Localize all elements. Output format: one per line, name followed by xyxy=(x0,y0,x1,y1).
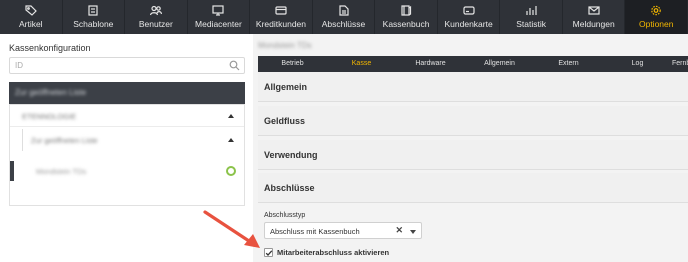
section-verwendung[interactable]: Verwendung xyxy=(258,140,688,170)
tree-selection-bar xyxy=(10,161,14,181)
nav-label: Artikel xyxy=(18,19,43,29)
section-title: Abschlüsse xyxy=(264,183,315,193)
book-icon xyxy=(399,5,413,16)
nav-kundenkarte[interactable]: Kundenkarte xyxy=(438,0,501,34)
chevron-down-icon[interactable] xyxy=(410,230,416,234)
tree-item-level2[interactable]: Zur geöffneten Liste xyxy=(22,129,244,151)
tab-hardware[interactable]: Hardware xyxy=(396,56,465,72)
nav-label: Kundenkarte xyxy=(444,19,493,29)
sidebar-title: Kassenkonfiguration xyxy=(9,43,91,53)
mitarbeiterabschluss-label: Mitarbeiterabschluss aktivieren xyxy=(277,248,390,257)
gear-icon xyxy=(649,5,663,16)
nav-artikel[interactable]: Artikel xyxy=(0,0,63,34)
tree-root-label: Zur geöffneten Liste xyxy=(15,88,87,97)
nav-label: Mediacenter xyxy=(195,19,242,29)
nav-label: Meldungen xyxy=(572,19,615,29)
abschlusstyp-select[interactable]: Abschluss mit Kassenbuch ✕ xyxy=(264,222,422,239)
tab-fernbe[interactable]: Fernbe xyxy=(672,56,688,72)
nav-label: Schablone xyxy=(73,19,114,29)
tab-extern[interactable]: Extern xyxy=(534,56,603,72)
nav-optionen[interactable]: Optionen xyxy=(625,0,688,34)
tree-root-item[interactable]: Zur geöffneten Liste xyxy=(9,82,245,104)
nav-benutzer[interactable]: Benutzer xyxy=(125,0,188,34)
breadcrumb: Mondstein TDs xyxy=(258,41,312,50)
search-icon[interactable] xyxy=(229,60,240,71)
section-geldfluss[interactable]: Geldfluss xyxy=(258,106,688,136)
tag-icon xyxy=(24,5,38,16)
nav-schablone[interactable]: Schablone xyxy=(63,0,126,34)
tree-item-label: Zur geöffneten Liste xyxy=(31,136,98,145)
tree-item-level1[interactable]: ETENNOLOGIE xyxy=(10,105,244,127)
abschluesse-detail: Abschlusstyp Abschluss mit Kassenbuch ✕ … xyxy=(258,204,688,262)
credit-card-icon xyxy=(274,5,288,16)
status-online-icon xyxy=(226,166,236,176)
section-title: Geldfluss xyxy=(264,116,306,126)
top-navigation: Artikel Schablone Benutzer Mediacenter K… xyxy=(0,0,688,34)
main-panel: Mondstein TDs Betrieb Kasse Hardware All… xyxy=(253,34,688,262)
nav-mediacenter[interactable]: Mediacenter xyxy=(188,0,251,34)
chevron-up-icon[interactable] xyxy=(228,114,234,118)
tab-kasse[interactable]: Kasse xyxy=(327,56,396,72)
section-title: Verwendung xyxy=(264,150,318,160)
tree-container: ETENNOLOGIE Zur geöffneten Liste Mondste… xyxy=(9,104,245,206)
tree-item-label: Mondstein TDs xyxy=(36,167,87,176)
document-icon xyxy=(337,5,351,16)
nav-meldungen[interactable]: Meldungen xyxy=(563,0,626,34)
section-title: Allgemein xyxy=(264,82,308,92)
chart-icon xyxy=(524,5,538,16)
nav-kreditkunden[interactable]: Kreditkunden xyxy=(250,0,313,34)
mail-icon xyxy=(587,5,601,16)
nav-label: Benutzer xyxy=(138,19,173,29)
nav-label: Kreditkunden xyxy=(255,19,306,29)
users-icon xyxy=(149,5,163,16)
nav-kassenbuch[interactable]: Kassenbuch xyxy=(375,0,438,34)
tab-betrieb[interactable]: Betrieb xyxy=(258,56,327,72)
card-icon xyxy=(462,5,476,16)
checkmark-icon xyxy=(265,250,273,256)
section-abschluesse[interactable]: Abschlüsse xyxy=(258,173,688,203)
search-placeholder: ID xyxy=(15,61,23,70)
abschlusstyp-label: Abschlusstyp xyxy=(264,212,306,219)
chevron-up-icon[interactable] xyxy=(228,138,234,142)
nav-label: Abschlüsse xyxy=(321,19,366,29)
nav-label: Kassenbuch xyxy=(382,19,430,29)
abschlusstyp-value: Abschluss mit Kassenbuch xyxy=(270,227,360,236)
tab-allgemein[interactable]: Allgemein xyxy=(465,56,534,72)
nav-statistik[interactable]: Statistik xyxy=(500,0,563,34)
search-input[interactable]: ID xyxy=(9,57,245,74)
clear-icon[interactable]: ✕ xyxy=(395,225,403,236)
tree-item-label: ETENNOLOGIE xyxy=(22,112,77,121)
section-allgemein[interactable]: Allgemein xyxy=(258,72,688,102)
tree-item-level3[interactable]: Mondstein TDs xyxy=(10,155,244,201)
nav-label: Optionen xyxy=(638,19,674,29)
nav-label: Statistik xyxy=(516,19,547,29)
layers-icon xyxy=(86,5,100,16)
tab-bar: Betrieb Kasse Hardware Allgemein Extern … xyxy=(258,56,688,72)
monitor-icon xyxy=(211,5,225,16)
nav-abschluesse[interactable]: Abschlüsse xyxy=(313,0,376,34)
annotation-arrow-icon xyxy=(203,210,260,248)
tab-log[interactable]: Log xyxy=(603,56,672,72)
